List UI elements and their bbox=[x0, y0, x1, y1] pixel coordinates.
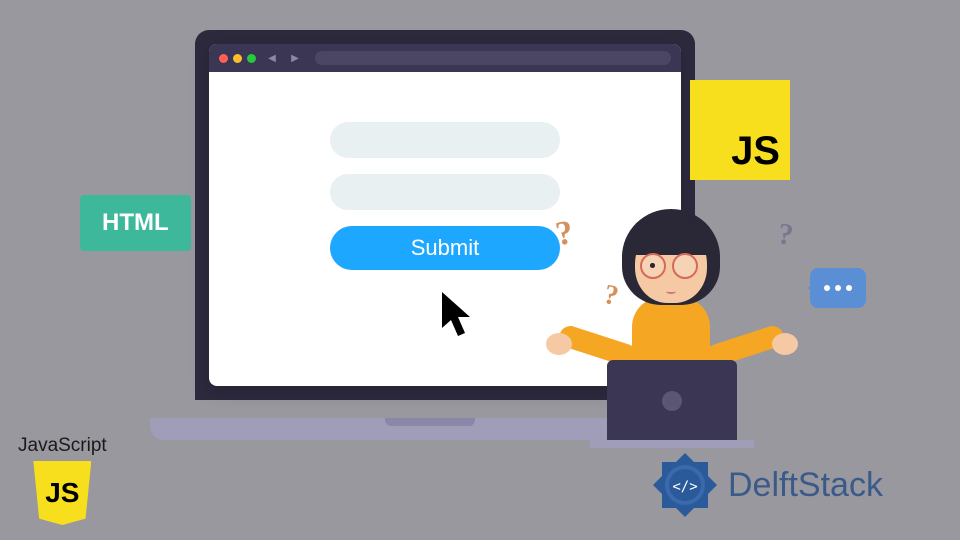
glasses-icon bbox=[640, 253, 698, 279]
hand-right bbox=[772, 333, 798, 355]
browser-titlebar: ◀ ▶ bbox=[209, 44, 681, 72]
chat-bubble-icon bbox=[810, 268, 866, 308]
hand-left bbox=[546, 333, 572, 355]
javascript-logo: JavaScript JS bbox=[18, 435, 107, 525]
maximize-icon bbox=[247, 54, 256, 63]
submit-button[interactable]: Submit bbox=[330, 226, 560, 270]
mouth bbox=[666, 289, 676, 294]
close-icon bbox=[219, 54, 228, 63]
svg-text:</>: </> bbox=[672, 479, 697, 495]
text-input[interactable] bbox=[330, 174, 560, 210]
text-input[interactable] bbox=[330, 122, 560, 158]
delftstack-text: DelftStack bbox=[728, 466, 883, 505]
back-icon: ◀ bbox=[265, 51, 279, 65]
person-laptop-base bbox=[590, 440, 754, 448]
minimize-icon bbox=[233, 54, 242, 63]
cursor-icon bbox=[440, 290, 480, 340]
url-bar bbox=[315, 51, 671, 65]
forward-icon: ▶ bbox=[288, 51, 302, 65]
delftstack-logo: </> DelftStack bbox=[650, 450, 883, 520]
hair-bangs bbox=[628, 221, 714, 255]
html-badge: HTML bbox=[80, 195, 191, 251]
javascript-label: JavaScript bbox=[18, 435, 107, 457]
js-badge: JS bbox=[690, 80, 790, 180]
person-illustration bbox=[540, 205, 810, 445]
delftstack-emblem-icon: </> bbox=[650, 450, 720, 520]
javascript-shield-icon: JS bbox=[33, 461, 91, 525]
person-laptop bbox=[607, 360, 737, 442]
